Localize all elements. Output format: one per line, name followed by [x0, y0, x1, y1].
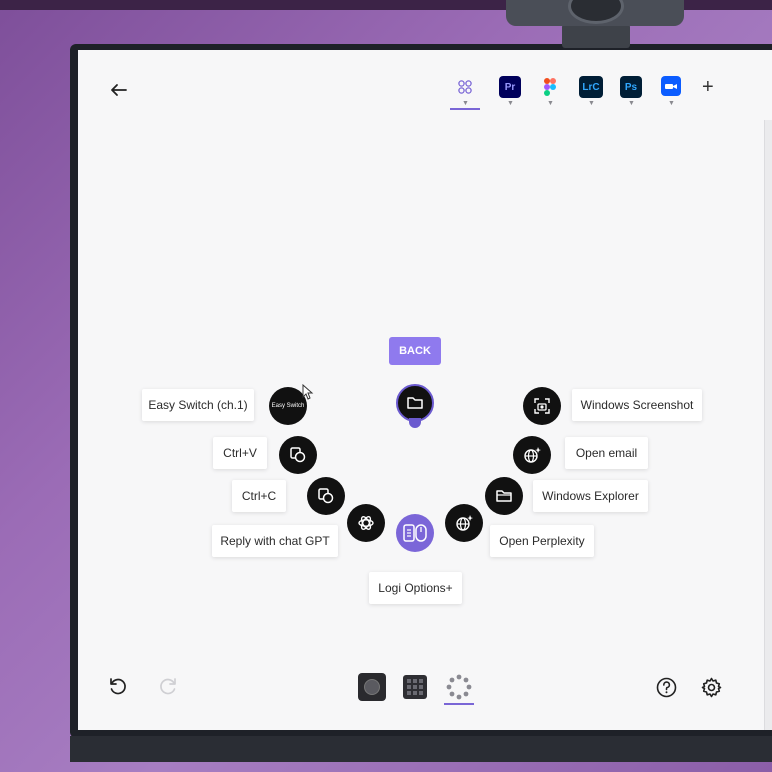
mouse-view-dial: [364, 679, 380, 695]
open-perplexity-action[interactable]: [445, 504, 483, 542]
add-app-button[interactable]: +: [702, 77, 714, 97]
tab-zoom[interactable]: [661, 76, 681, 96]
keypad-view-icon[interactable]: [402, 674, 428, 700]
radial-back-button[interactable]: BACK: [389, 337, 441, 365]
lightroom-classic-icon: LrC: [582, 81, 600, 93]
chevron-down-icon: ▼: [462, 100, 469, 107]
zoom-icon: [665, 84, 677, 89]
tab-photoshop[interactable]: Ps: [620, 76, 642, 98]
ctrl-v-label[interactable]: Ctrl+V: [213, 437, 267, 469]
back-arrow-icon[interactable]: [104, 80, 132, 100]
web-sparkle-icon: [456, 515, 473, 531]
chatgpt-action[interactable]: [347, 504, 385, 542]
webcam-lens: [568, 0, 624, 24]
help-icon[interactable]: [656, 677, 677, 698]
premiere-pro-icon: Pr: [504, 81, 516, 93]
screen-right-panel-edge: [764, 120, 772, 730]
logi-options-hub[interactable]: [396, 514, 434, 552]
tab-figma[interactable]: [539, 76, 561, 98]
windows-screenshot-label[interactable]: Windows Screenshot: [572, 389, 702, 421]
active-tab-indicator: [450, 108, 480, 110]
chevron-down-icon: ▼: [588, 100, 595, 107]
folder-icon: [407, 397, 423, 409]
monitor-stand: [70, 736, 772, 762]
chatgpt-label[interactable]: Reply with chat GPT: [212, 525, 338, 557]
copy-paste-icon: [318, 488, 334, 504]
chevron-down-icon: ▼: [628, 100, 635, 107]
tab-lightroom-classic[interactable]: LrC: [579, 76, 603, 98]
tab-premiere-pro[interactable]: Pr: [499, 76, 521, 98]
windows-explorer-action[interactable]: [485, 477, 523, 515]
easy-switch-label[interactable]: Easy Switch (ch.1): [142, 389, 254, 421]
mouse-cursor-icon: [302, 384, 314, 400]
webcam-mount: [562, 24, 630, 48]
redo-icon[interactable]: [158, 677, 178, 697]
web-sparkle-icon: [524, 447, 541, 463]
open-perplexity-label[interactable]: Open Perplexity: [490, 525, 594, 557]
openai-icon: [358, 516, 374, 530]
screenshot-icon: [534, 398, 550, 414]
logi-options-label[interactable]: Logi Options+: [369, 572, 462, 604]
open-email-action[interactable]: [513, 436, 551, 474]
photoshop-icon: Ps: [624, 81, 638, 93]
ctrl-v-action[interactable]: [279, 436, 317, 474]
active-view-indicator: [444, 703, 474, 705]
mouse-view-icon[interactable]: [358, 673, 386, 701]
ctrl-c-action[interactable]: [307, 477, 345, 515]
chevron-down-icon: ▼: [507, 100, 514, 107]
copy-paste-icon: [290, 447, 306, 463]
ctrl-c-label[interactable]: Ctrl+C: [232, 480, 286, 512]
windows-explorer-label[interactable]: Windows Explorer: [533, 480, 648, 512]
undo-icon[interactable]: [108, 677, 128, 697]
radial-view-icon[interactable]: [446, 674, 472, 700]
tab-all-apps[interactable]: [454, 76, 476, 98]
settings-icon[interactable]: [701, 677, 722, 698]
windows-screenshot-action[interactable]: [523, 387, 561, 425]
easy-switch-icon: Easy Switch: [271, 403, 305, 409]
webcam: [506, 0, 684, 26]
app-grid-icon: [458, 80, 472, 94]
chevron-down-icon: ▼: [668, 100, 675, 107]
mouse-device-icon: [403, 524, 427, 542]
chevron-down-icon: ▼: [547, 100, 554, 107]
radial-top-action[interactable]: [396, 384, 434, 422]
figma-icon: [544, 78, 556, 96]
folder-icon: [496, 490, 512, 502]
open-email-label[interactable]: Open email: [565, 437, 648, 469]
